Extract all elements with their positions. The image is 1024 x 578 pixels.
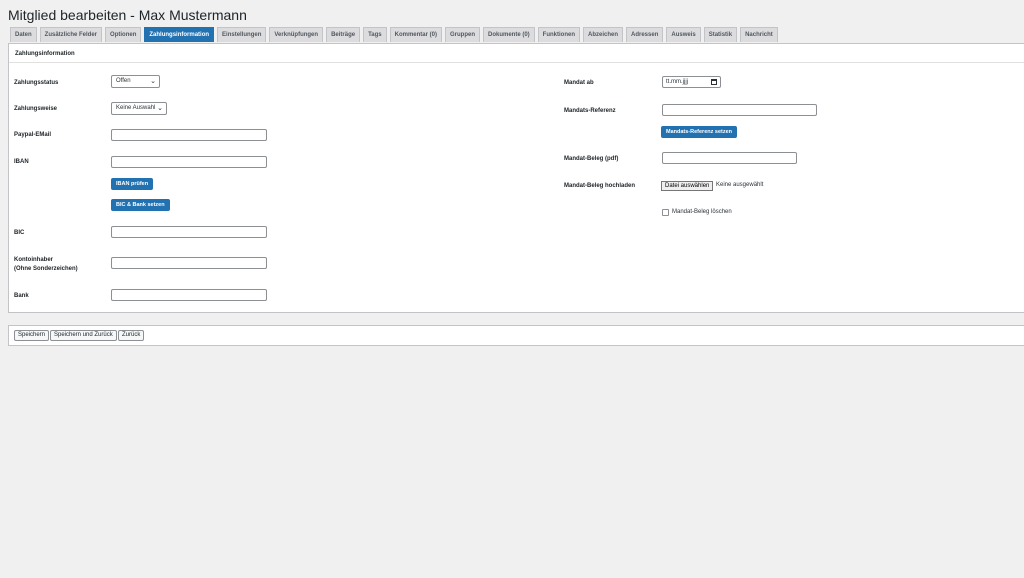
calendar-icon[interactable] xyxy=(711,79,717,85)
tab-zusaetzliche-felder[interactable]: Zusätzliche Felder xyxy=(39,27,103,42)
mandat-beleg-delete-checkbox[interactable] xyxy=(662,209,669,216)
save-button[interactable]: Speichern xyxy=(14,330,50,341)
tab-tags[interactable]: Tags xyxy=(363,27,387,42)
mandat-beleg-delete-label: Mandat-Beleg löschen xyxy=(672,209,732,215)
zahlungsweise-value: Keine Auswahl xyxy=(116,105,156,111)
panel-heading: Zahlungsinformation xyxy=(15,51,75,57)
mandats-referenz-input[interactable] xyxy=(662,104,817,116)
tab-kommentar[interactable]: Kommentar (0) xyxy=(389,27,442,42)
tab-funktionen[interactable]: Funktionen xyxy=(537,27,580,42)
mandat-ab-placeholder: tt.mm.jjjj xyxy=(666,79,688,85)
file-choose-button[interactable]: Datei auswählen xyxy=(661,181,714,191)
tab-abzeichen[interactable]: Abzeichen xyxy=(583,27,624,42)
bic-input[interactable] xyxy=(111,226,267,238)
iban-input[interactable] xyxy=(111,156,267,168)
chevron-down-icon: ⌄ xyxy=(150,78,156,85)
zahlungsstatus-value: Offen xyxy=(116,78,131,84)
iban-check-button[interactable]: IBAN prüfen xyxy=(111,178,154,190)
payment-info-panel: Zahlungsinformation xyxy=(8,43,1024,313)
zahlungsstatus-label: Zahlungsstatus xyxy=(14,80,59,86)
mandat-beleg-input[interactable] xyxy=(662,152,797,164)
panel-divider xyxy=(9,62,1024,63)
kontoinhaber-label: Kontoinhaber (Ohne Sonderzeichen) xyxy=(14,256,78,274)
mandat-beleg-label: Mandat-Beleg (pdf) xyxy=(564,156,619,162)
tab-verknuepfungen[interactable]: Verknüpfungen xyxy=(269,27,324,42)
iban-label: IBAN xyxy=(14,159,29,165)
tab-nachricht[interactable]: Nachricht xyxy=(740,27,778,42)
tab-beitraege[interactable]: Beiträge xyxy=(326,27,361,42)
bank-label: Bank xyxy=(14,293,29,299)
tab-optionen[interactable]: Optionen xyxy=(105,27,142,42)
mandat-beleg-upload-label: Mandat-Beleg hochladen xyxy=(564,183,636,189)
bic-bank-button[interactable]: BIC & Bank setzen xyxy=(111,199,170,211)
bic-label: BIC xyxy=(14,230,25,236)
tab-gruppen[interactable]: Gruppen xyxy=(444,27,480,42)
page-title: Mitglied bearbeiten - Max Mustermann xyxy=(8,7,247,23)
zahlungsweise-label: Zahlungsweise xyxy=(14,106,58,112)
tab-ausweis[interactable]: Ausweis xyxy=(666,27,701,42)
file-status: Keine ausgewählt xyxy=(716,182,764,188)
tab-bar: Daten Zusätzliche Felder Optionen Zahlun… xyxy=(10,27,778,42)
save-and-back-button[interactable]: Speichern und Zurück xyxy=(50,330,117,341)
mandat-ab-label: Mandat ab xyxy=(564,80,594,86)
bank-input[interactable] xyxy=(111,289,267,301)
tab-daten[interactable]: Daten xyxy=(10,27,37,42)
kontoinhaber-input[interactable] xyxy=(111,257,267,269)
chevron-down-icon: ⌄ xyxy=(157,105,163,112)
footer-bar xyxy=(8,325,1024,346)
kontoinhaber-label-line1: Kontoinhaber xyxy=(14,257,53,263)
tab-adressen[interactable]: Adressen xyxy=(626,27,664,42)
tab-dokumente[interactable]: Dokumente (0) xyxy=(482,27,535,42)
mandats-referenz-button[interactable]: Mandats-Referenz setzen xyxy=(661,126,738,138)
tab-zahlungsinformation[interactable]: Zahlungsinformation xyxy=(144,27,215,42)
mandat-ab-date-input[interactable]: tt.mm.jjjj xyxy=(662,76,721,88)
tab-statistik[interactable]: Statistik xyxy=(703,27,738,42)
kontoinhaber-label-line2: (Ohne Sonderzeichen) xyxy=(14,266,78,272)
zahlungsstatus-select[interactable]: Offen ⌄ xyxy=(111,75,160,88)
back-button[interactable]: Zurück xyxy=(118,330,145,341)
paypal-input[interactable] xyxy=(111,129,267,141)
paypal-label: Paypal-EMail xyxy=(14,132,52,138)
zahlungsweise-select[interactable]: Keine Auswahl ⌄ xyxy=(111,102,167,115)
tab-einstellungen[interactable]: Einstellungen xyxy=(217,27,267,42)
mandats-referenz-label: Mandats-Referenz xyxy=(564,108,616,114)
